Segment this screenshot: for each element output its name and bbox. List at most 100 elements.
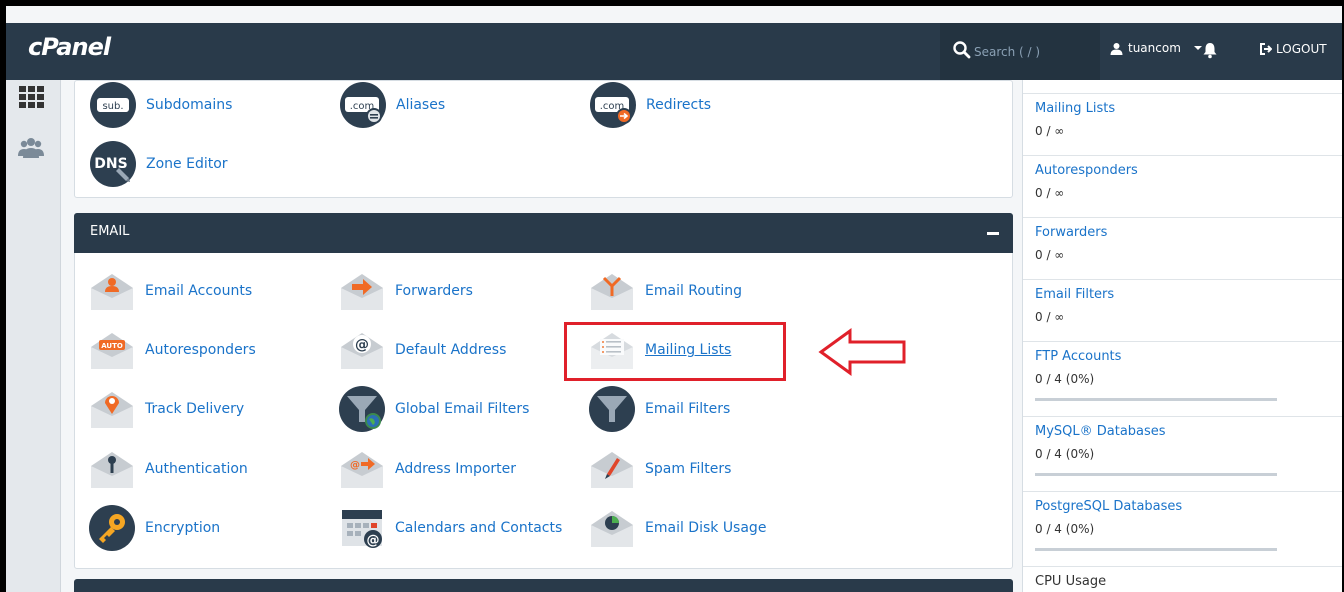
email-routing-icon	[591, 274, 633, 310]
autoresponders-icon: AUTO	[91, 333, 133, 369]
global-email-filters-icon	[339, 386, 385, 432]
email-item-forwarders[interactable]: Forwarders	[339, 268, 473, 314]
apps-grid-icon[interactable]	[18, 85, 44, 109]
email-section-header[interactable]: EMAIL	[74, 213, 1013, 253]
email-item-email-disk-usage[interactable]: Email Disk Usage	[589, 505, 766, 551]
logout-label: LOGOUT	[1276, 42, 1327, 56]
email-item-label: Address Importer	[395, 461, 517, 477]
stat-cpu-usage: CPU Usage	[1023, 566, 1342, 592]
domains-item-label: Redirects	[646, 97, 712, 113]
domains-item-label: Zone Editor	[146, 156, 228, 172]
user-icon	[1110, 42, 1123, 55]
email-item-label: Autoresponders	[145, 342, 256, 358]
authentication-icon	[91, 452, 133, 488]
email-item-default-address[interactable]: @ Default Address	[339, 327, 506, 373]
domains-item-aliases[interactable]: .com Aliases	[340, 82, 445, 128]
stat-value: 0 / 4 (0%)	[1035, 372, 1095, 386]
svg-text:AUTO: AUTO	[101, 342, 123, 350]
svg-text:DNS: DNS	[94, 156, 127, 172]
domains-panel: sub. Subdomains .com Aliases .com Redire…	[74, 80, 1013, 198]
email-item-label: Email Routing	[645, 283, 742, 299]
email-item-address-importer[interactable]: @ Address Importer	[339, 446, 516, 492]
logout-button[interactable]: LOGOUT	[1259, 42, 1327, 56]
subdomains-icon: sub.	[90, 82, 136, 128]
address-importer-icon: @	[341, 452, 383, 488]
annotation-arrow-icon	[818, 328, 906, 376]
stat-postgresql-databases: PostgreSQL Databases 0 / 4 (0%)	[1023, 491, 1342, 566]
svg-text:@: @	[350, 460, 360, 471]
user-menu[interactable]: tuancom	[1110, 41, 1204, 55]
username: tuancom	[1128, 41, 1181, 55]
stat-label[interactable]: PostgreSQL Databases	[1035, 499, 1182, 514]
email-item-label: Authentication	[145, 461, 248, 477]
stat-label[interactable]: Mailing Lists	[1035, 101, 1115, 116]
email-accounts-icon	[91, 274, 133, 310]
stat-label[interactable]: Forwarders	[1035, 225, 1107, 240]
collapse-icon[interactable]	[987, 232, 999, 235]
stat-label[interactable]: Autoresponders	[1035, 163, 1138, 178]
domains-item-label: Subdomains	[146, 97, 233, 113]
stat-email-filters: Email Filters 0 / ∞	[1023, 279, 1342, 341]
spam-filters-icon	[591, 452, 633, 488]
email-item-label: Forwarders	[395, 283, 473, 299]
cpanel-window: cPanel tuancom	[6, 6, 1342, 592]
email-item-label: Default Address	[395, 342, 507, 358]
domains-item-label: Aliases	[396, 97, 446, 113]
email-item-email-routing[interactable]: Email Routing	[589, 268, 742, 314]
email-filters-icon	[589, 386, 635, 432]
email-item-spam-filters[interactable]: Spam Filters	[589, 446, 731, 492]
bell-icon[interactable]	[1201, 41, 1219, 59]
svg-text:@: @	[367, 533, 380, 548]
email-item-track-delivery[interactable]: Track Delivery	[89, 386, 244, 432]
email-item-encryption[interactable]: Encryption	[89, 505, 220, 551]
stat-value: 0 / ∞	[1035, 248, 1065, 262]
stat-value: 0 / ∞	[1035, 310, 1065, 324]
users-group-icon[interactable]	[18, 136, 44, 160]
email-item-calendars-and-contacts[interactable]: @ Calendars and Contacts	[339, 505, 562, 551]
email-item-label: Calendars and Contacts	[395, 520, 563, 536]
search-input[interactable]	[974, 41, 1092, 63]
domains-item-subdomains[interactable]: sub. Subdomains	[90, 82, 232, 128]
stat-autoresponders: Autoresponders 0 / ∞	[1023, 155, 1342, 217]
highlight-box	[564, 322, 786, 381]
cpanel-logo[interactable]: cPanel	[28, 33, 111, 61]
top-bar: cPanel tuancom	[6, 23, 1342, 80]
encryption-icon	[89, 505, 135, 551]
logout-icon	[1260, 43, 1272, 55]
domains-item-zone-editor[interactable]: DNS Zone Editor	[90, 141, 228, 187]
email-item-label: Spam Filters	[645, 461, 732, 477]
email-item-email-filters[interactable]: Email Filters	[589, 386, 730, 432]
stat-value: 0 / 4 (0%)	[1035, 522, 1095, 536]
email-item-global-email-filters[interactable]: Global Email Filters	[339, 386, 529, 432]
domains-item-redirects[interactable]: .com Redirects	[590, 82, 711, 128]
stat-mailing-lists: Mailing Lists 0 / ∞	[1023, 93, 1342, 155]
stat-forwarders: Forwarders 0 / ∞	[1023, 217, 1342, 279]
email-item-email-accounts[interactable]: Email Accounts	[89, 268, 252, 314]
stat-label[interactable]: FTP Accounts	[1035, 349, 1121, 364]
email-item-label: Email Filters	[645, 401, 731, 417]
email-item-label: Track Delivery	[145, 401, 245, 417]
email-item-label: Email Accounts	[145, 283, 253, 299]
email-item-label: Email Disk Usage	[645, 520, 767, 536]
default-address-icon: @	[341, 333, 383, 369]
calendars-and-contacts-icon: @	[342, 510, 382, 548]
track-delivery-icon	[91, 392, 133, 428]
stats-sidebar: Mailing Lists 0 / ∞ Autoresponders 0 / ∞…	[1022, 80, 1342, 592]
stat-value: 0 / ∞	[1035, 186, 1065, 200]
email-item-autoresponders[interactable]: AUTO Autoresponders	[89, 327, 256, 373]
search-icon	[953, 41, 971, 59]
stat-label[interactable]: Email Filters	[1035, 287, 1114, 302]
email-item-label: Encryption	[145, 520, 221, 536]
email-item-authentication[interactable]: Authentication	[89, 446, 248, 492]
usage-bar	[1035, 398, 1277, 401]
stat-mysql-databases: MySQL® Databases 0 / 4 (0%)	[1023, 416, 1342, 491]
zone-editor-icon: DNS	[90, 141, 136, 187]
left-rail	[6, 80, 61, 592]
email-section-title: EMAIL	[90, 224, 130, 239]
stat-label[interactable]: MySQL® Databases	[1035, 424, 1166, 439]
forwarders-icon	[341, 274, 383, 310]
next-section-header[interactable]	[74, 579, 1013, 592]
search-box[interactable]	[940, 23, 1100, 80]
stat-label: CPU Usage	[1035, 574, 1107, 589]
email-item-label: Global Email Filters	[395, 401, 530, 417]
